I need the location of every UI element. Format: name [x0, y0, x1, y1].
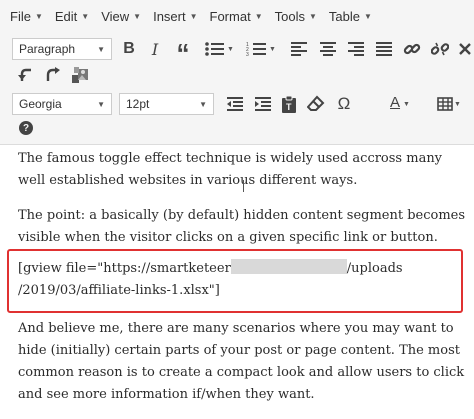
font-family-value: Georgia [19, 97, 62, 111]
chevron-down-icon: ▼ [269, 45, 276, 53]
block-format-value: Paragraph [19, 42, 76, 56]
menu-file[interactable]: File ▼ [10, 9, 43, 24]
numbered-list-button[interactable]: 123 ▼ [244, 38, 278, 60]
menu-tools[interactable]: Tools ▼ [275, 9, 317, 24]
paste-text-button[interactable]: T [279, 93, 299, 115]
menu-tools-label: Tools [274, 8, 305, 24]
unlink-icon [431, 42, 449, 56]
clipboard-icon: T [282, 95, 296, 113]
omega-icon: Ω [337, 94, 351, 113]
block-format-select[interactable]: Paragraph ▼ [12, 38, 112, 60]
table-button[interactable]: ▼ [432, 93, 466, 115]
paragraph-2: The point: a basically (by default) hidd… [18, 208, 466, 245]
align-left-icon [291, 42, 307, 56]
menu-table[interactable]: Table ▼ [329, 9, 372, 24]
paragraph-3: And believe me, there are many scenarios… [18, 321, 465, 402]
special-character-button[interactable]: Ω [334, 93, 354, 115]
close-icon [458, 43, 471, 55]
toolbar-toggle-button[interactable] [455, 38, 474, 60]
align-center-icon [320, 42, 336, 56]
help-icon: ? [19, 121, 33, 135]
chevron-down-icon: ▼ [133, 11, 142, 21]
numbered-list-icon: 123 [246, 42, 267, 57]
menu-table-label: Table [328, 8, 360, 24]
bold-icon: B [123, 40, 135, 57]
italic-button[interactable]: I [148, 38, 162, 60]
chevron-down-icon: ▼ [403, 100, 410, 108]
italic-icon: I [151, 39, 159, 59]
remove-link-button[interactable] [430, 38, 450, 60]
outdent-icon [227, 97, 243, 111]
chevron-down-icon: ▼ [97, 100, 105, 109]
menu-format-label: Format [209, 8, 251, 24]
menu-edit[interactable]: Edit ▼ [55, 9, 89, 24]
table-icon [437, 97, 453, 111]
align-left-button[interactable] [289, 38, 309, 60]
indent-icon [255, 97, 271, 111]
chevron-down-icon: ▼ [34, 11, 43, 21]
redo-button[interactable] [43, 64, 63, 86]
menubar: File ▼ Edit ▼ View ▼ Insert ▼ Format ▼ Tools ▼… [0, 0, 474, 32]
toggle-display-button[interactable] [70, 64, 90, 86]
undo-button[interactable] [16, 64, 36, 86]
svg-text:T: T [286, 102, 292, 112]
help-button[interactable]: ? [17, 119, 35, 137]
insert-link-button[interactable] [402, 38, 422, 60]
bold-button[interactable]: B [121, 38, 137, 60]
chevron-down-icon: ▼ [199, 100, 207, 109]
image-icon [72, 67, 88, 83]
menu-edit-label: Edit [54, 8, 78, 24]
font-size-value: 12pt [126, 97, 150, 111]
undo-icon [18, 68, 31, 81]
chevron-down-icon: ▼ [254, 11, 263, 21]
outdent-button[interactable] [225, 93, 245, 115]
menu-view[interactable]: View ▼ [101, 9, 141, 24]
align-right-button[interactable] [346, 38, 366, 60]
text-color-letter: A [390, 94, 401, 111]
chevron-down-icon: ▼ [227, 45, 234, 53]
chevron-down-icon: ▼ [454, 100, 461, 108]
clear-formatting-button[interactable] [306, 93, 326, 115]
align-right-icon [348, 42, 364, 56]
font-size-select[interactable]: 12pt ▼ [119, 93, 214, 115]
chevron-down-icon: ▼ [81, 11, 90, 21]
chevron-down-icon: ▼ [97, 45, 105, 54]
bullet-list-button[interactable]: ▼ [202, 38, 236, 60]
align-justify-button[interactable] [374, 38, 394, 60]
menu-insert[interactable]: Insert ▼ [153, 9, 197, 24]
chevron-down-icon: ▼ [189, 11, 198, 21]
text-color-icon: A [388, 94, 402, 114]
link-icon [403, 43, 421, 55]
bullet-list-icon [205, 42, 225, 56]
blockquote-icon: “ [176, 38, 190, 68]
align-justify-icon [376, 42, 392, 56]
redo-icon [46, 67, 60, 81]
indent-button[interactable] [253, 93, 273, 115]
menu-format[interactable]: Format ▼ [210, 9, 263, 24]
text-color-button[interactable]: A ▼ [383, 93, 415, 115]
menu-file-label: File [10, 8, 31, 24]
svg-text:3: 3 [246, 52, 249, 57]
blockquote-button[interactable]: “ [173, 38, 193, 66]
menu-view-label: View [101, 8, 130, 24]
text-cursor-icon [243, 180, 249, 192]
font-family-select[interactable]: Georgia ▼ [12, 93, 112, 115]
chevron-down-icon: ▼ [363, 11, 372, 21]
align-center-button[interactable] [318, 38, 338, 60]
eraser-icon [307, 95, 325, 111]
editor-toolbar: File ▼ Edit ▼ View ▼ Insert ▼ Format ▼ Tools ▼… [0, 0, 474, 145]
highlight-box [7, 249, 463, 313]
menu-insert-label: Insert [153, 8, 186, 24]
chevron-down-icon: ▼ [308, 11, 317, 21]
paragraph-1: The famous toggle effect technique is wi… [18, 151, 443, 188]
